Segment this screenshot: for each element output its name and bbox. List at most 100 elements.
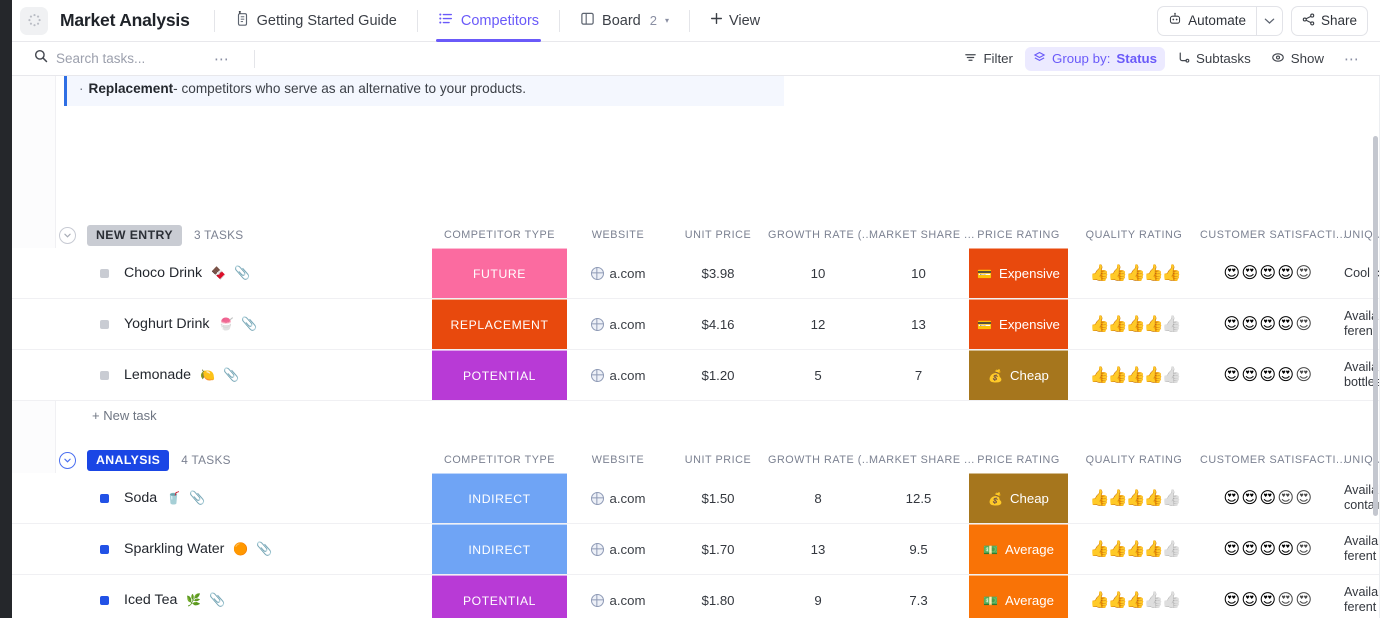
customer-satisfaction-cell[interactable]: 😍😍😍😍😍 (1200, 248, 1335, 298)
column-header[interactable]: COMPETITOR TYPE (432, 229, 567, 241)
thumbs-up-icon[interactable]: 👍 (1162, 488, 1179, 508)
thumbs-up-icon[interactable]: 👍 (1144, 263, 1161, 283)
task-name[interactable]: Soda (124, 490, 157, 506)
column-header[interactable]: UNIT PRICE (669, 454, 767, 466)
website-cell[interactable]: a.com (568, 299, 668, 349)
share-main[interactable]: Share (1292, 7, 1367, 35)
market-share-cell[interactable]: 7.3 (869, 575, 968, 618)
heart-eyes-icon[interactable]: 😍 (1241, 488, 1258, 508)
unit-price-cell[interactable]: $4.16 (669, 299, 767, 349)
thumbs-up-icon[interactable]: 👍 (1126, 365, 1143, 385)
chevron-down-icon[interactable]: ▾ (665, 16, 669, 25)
website-value[interactable]: a.com (610, 491, 646, 506)
row-status-checkbox[interactable] (100, 269, 109, 278)
heart-eyes-icon[interactable]: 😍 (1259, 590, 1276, 610)
column-header[interactable]: QUALITY RATING (1069, 454, 1199, 466)
heart-eyes-icon[interactable]: 😍 (1277, 539, 1294, 559)
heart-eyes-icon[interactable]: 😍 (1259, 539, 1276, 559)
website-cell[interactable]: a.com (568, 524, 668, 574)
customer-satisfaction-cell[interactable]: 😍😍😍😍😍 (1200, 350, 1335, 400)
unit-price-cell[interactable]: $1.70 (669, 524, 767, 574)
thumbs-up-icon[interactable]: 👍 (1090, 488, 1107, 508)
unique-features-cell[interactable]: Availabl ferent fl (1336, 575, 1380, 618)
heart-eyes-icon[interactable]: 😍 (1259, 488, 1276, 508)
search-input[interactable] (56, 51, 206, 66)
heart-eyes-icon[interactable]: 😍 (1241, 314, 1258, 334)
heart-eyes-icon[interactable]: 😍 (1277, 263, 1294, 283)
row-status-checkbox[interactable] (100, 494, 109, 503)
heart-eyes-icon[interactable]: 😍 (1277, 365, 1294, 385)
heart-eyes-icon[interactable]: 😍 (1259, 365, 1276, 385)
column-header[interactable]: PRICE RATING (969, 229, 1068, 241)
thumbs-up-icon[interactable]: 👍 (1126, 314, 1143, 334)
column-header[interactable]: COMPETITOR TYPE (432, 454, 567, 466)
website-cell[interactable]: a.com (568, 575, 668, 618)
column-header[interactable]: MARKET SHARE ... (869, 229, 968, 241)
customer-satisfaction-cell[interactable]: 😍😍😍😍😍 (1200, 299, 1335, 349)
market-share-cell[interactable]: 7 (869, 350, 968, 400)
unit-price-cell[interactable]: $1.80 (669, 575, 767, 618)
heart-eyes-icon[interactable]: 😍 (1277, 488, 1294, 508)
website-cell[interactable]: a.com (568, 473, 668, 523)
toolbar-overflow-button[interactable]: ⋯ (1336, 46, 1368, 72)
thumbs-up-icon[interactable]: 👍 (1144, 365, 1161, 385)
heart-eyes-icon[interactable]: 😍 (1223, 488, 1240, 508)
growth-rate-cell[interactable]: 8 (768, 473, 868, 523)
new-task-button[interactable]: + New task (12, 401, 1380, 429)
table-row[interactable]: Soda🥤📎INDIRECTa.com$1.50812.5💰Cheap👍👍👍👍👍… (12, 473, 1380, 524)
price-rating-cell[interactable]: 💳Expensive (969, 299, 1068, 349)
competitor-type-cell[interactable]: REPLACEMENT (432, 299, 567, 349)
column-header[interactable]: WEBSITE (568, 454, 668, 466)
row-status-checkbox[interactable] (100, 371, 109, 380)
task-name[interactable]: Sparkling Water (124, 541, 224, 557)
heart-eyes-icon[interactable]: 😍 (1295, 263, 1312, 283)
automate-dropdown[interactable] (1256, 7, 1282, 35)
column-header[interactable]: GROWTH RATE (... (768, 454, 868, 466)
website-cell[interactable]: a.com (568, 248, 668, 298)
tab-getting-started-guide[interactable]: Getting Started Guide (225, 0, 407, 42)
unit-price-cell[interactable]: $1.20 (669, 350, 767, 400)
thumbs-up-icon[interactable]: 👍 (1126, 590, 1143, 610)
market-share-cell[interactable]: 12.5 (869, 473, 968, 523)
filter-button[interactable]: Filter (956, 47, 1021, 71)
thumbs-up-icon[interactable]: 👍 (1126, 488, 1143, 508)
thumbs-up-icon[interactable]: 👍 (1090, 365, 1107, 385)
website-cell[interactable]: a.com (568, 350, 668, 400)
competitor-type-cell[interactable]: FUTURE (432, 248, 567, 298)
task-name[interactable]: Yoghurt Drink (124, 316, 209, 332)
heart-eyes-icon[interactable]: 😍 (1241, 263, 1258, 283)
website-value[interactable]: a.com (610, 317, 646, 332)
heart-eyes-icon[interactable]: 😍 (1277, 314, 1294, 334)
price-rating-cell[interactable]: 💰Cheap (969, 473, 1068, 523)
quality-rating-cell[interactable]: 👍👍👍👍👍 (1069, 524, 1199, 574)
website-value[interactable]: a.com (610, 593, 646, 608)
table-row[interactable]: Yoghurt Drink🍧📎REPLACEMENTa.com$4.161213… (12, 299, 1380, 350)
heart-eyes-icon[interactable]: 😍 (1295, 590, 1312, 610)
table-row[interactable]: Sparkling Water🟠📎INDIRECTa.com$1.70139.5… (12, 524, 1380, 575)
heart-eyes-icon[interactable]: 😍 (1295, 314, 1312, 334)
thumbs-up-icon[interactable]: 👍 (1144, 488, 1161, 508)
column-header[interactable]: PRICE RATING (969, 454, 1068, 466)
heart-eyes-icon[interactable]: 😍 (1241, 365, 1258, 385)
price-rating-cell[interactable]: 💵Average (969, 524, 1068, 574)
paperclip-icon[interactable]: 📎 (241, 316, 257, 332)
customer-satisfaction-cell[interactable]: 😍😍😍😍😍 (1200, 473, 1335, 523)
task-name[interactable]: Lemonade (124, 367, 191, 383)
competitor-type-cell[interactable]: POTENTIAL (432, 350, 567, 400)
thumbs-up-icon[interactable]: 👍 (1144, 590, 1161, 610)
quality-rating-cell[interactable]: 👍👍👍👍👍 (1069, 248, 1199, 298)
column-header[interactable]: UNIT PRICE (669, 229, 767, 241)
column-header[interactable]: WEBSITE (568, 229, 668, 241)
thumbs-up-icon[interactable]: 👍 (1162, 590, 1179, 610)
paperclip-icon[interactable]: 📎 (209, 592, 225, 608)
column-header[interactable]: GROWTH RATE (... (768, 229, 868, 241)
quality-rating-cell[interactable]: 👍👍👍👍👍 (1069, 473, 1199, 523)
growth-rate-cell[interactable]: 9 (768, 575, 868, 618)
show-button[interactable]: Show (1263, 47, 1332, 71)
unit-price-cell[interactable]: $1.50 (669, 473, 767, 523)
vertical-scrollbar[interactable] (1373, 136, 1378, 516)
column-header[interactable]: MARKET SHARE ... (869, 454, 968, 466)
automate-main[interactable]: Automate (1158, 7, 1256, 35)
heart-eyes-icon[interactable]: 😍 (1223, 365, 1240, 385)
growth-rate-cell[interactable]: 13 (768, 524, 868, 574)
